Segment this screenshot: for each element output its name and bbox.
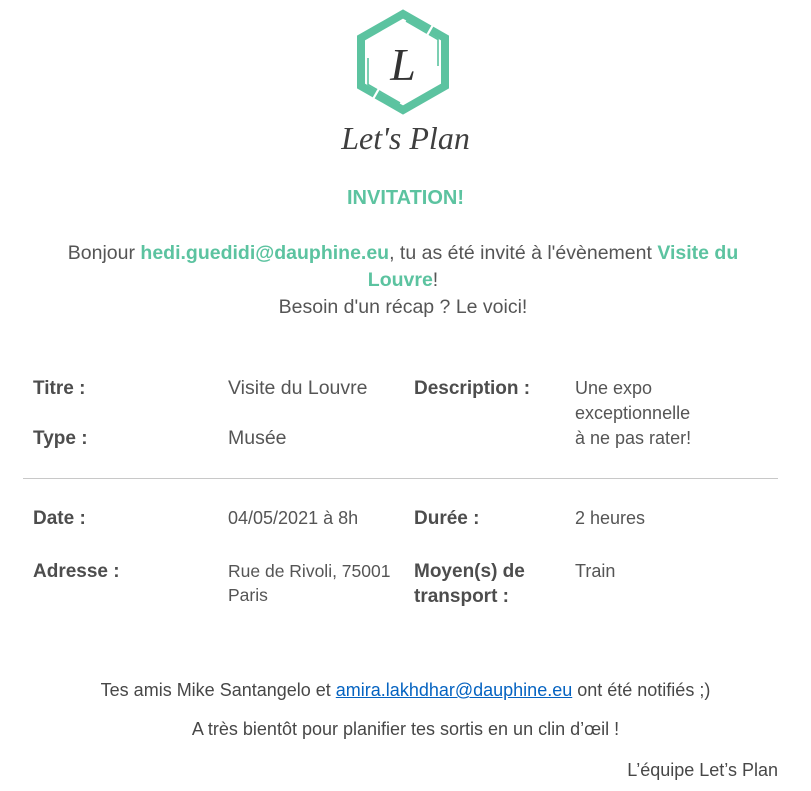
logo-monogram: L [389,39,416,90]
details-row: Adresse : Rue de Rivoli, 75001 Paris Moy… [0,559,811,609]
intro-end-text: ! [432,269,439,291]
transport-label: Moyen(s) de transport : [414,561,525,607]
friend-email-link[interactable]: amira.lakhdhar@dauphine.eu [336,680,572,700]
friends-suffix: ont été notifiés ;) [572,680,711,700]
greeting-text: Bonjour [67,242,141,264]
recap-text: Besoin d'un récap ? Le voici! [278,296,528,318]
title-value: Visite du Louvre [228,377,368,399]
duration-value: 2 heures [575,508,646,528]
friends-notified-text: Tes amis Mike Santangelo et amira.lakhdh… [0,678,811,702]
friends-prefix: Tes amis Mike Santangelo et [100,680,336,700]
date-value: 04/05/2021 à 8h [228,508,359,528]
recipient-email: hedi.guedidi@dauphine.eu [140,242,390,264]
intro-middle-text: , tu as été invité à l'évènement [389,242,658,264]
duration-label: Durée : [414,508,480,529]
type-label: Type : [33,428,88,449]
intro-message: Bonjour hedi.guedidi@dauphine.eu, tu as … [43,240,763,294]
title-label: Titre : [33,378,86,399]
logo-wordmark: Let's Plan [341,120,470,156]
transport-value: Train [575,561,616,581]
details-row: Type : Musée [0,426,811,476]
signature: L’équipe Let’s Plan [627,760,778,780]
details-row: Date : 04/05/2021 à 8h Durée : 2 heures [0,506,811,556]
date-label: Date : [33,508,86,529]
logo-hexagon-icon: L [357,9,449,115]
section-divider [23,478,778,479]
closing-text: A très bientôt pour planifier tes sortis… [191,719,620,739]
type-value: Musée [228,427,287,449]
address-value: Rue de Rivoli, 75001 Paris [228,561,391,605]
invitation-heading: INVITATION! [346,187,465,209]
address-label: Adresse : [33,561,120,582]
description-label: Description : [414,378,531,399]
details-row: Titre : Visite du Louvre Description : U… [0,376,811,448]
